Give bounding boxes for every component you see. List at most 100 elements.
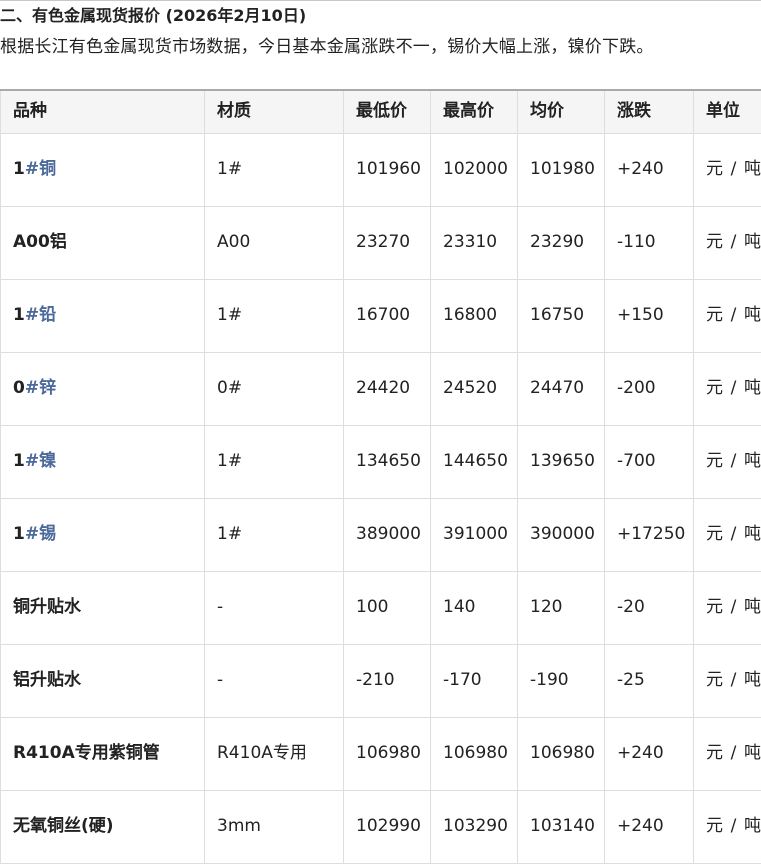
header-change: 涨跌 [604, 89, 694, 134]
variety-suffix: 锡 [39, 524, 57, 544]
variety-hash: # [24, 159, 40, 179]
table-row: 1#铜 1# 101960 102000 101980 +240 元/吨 [0, 132, 761, 207]
cell-material: 0# [204, 351, 344, 426]
cell-unit: 元/吨 [693, 716, 761, 791]
variety-prefix: 无氧铜丝(硬) [13, 816, 114, 836]
cell-high: 106980 [430, 716, 518, 791]
variety-suffix: 锌 [39, 378, 57, 398]
table-row: 1#锡 1# 389000 391000 390000 +17250 元/吨 [0, 497, 761, 572]
table-row: 1#镍 1# 134650 144650 139650 -700 元/吨 [0, 424, 761, 499]
page: 二、有色金属现货报价 (2026年2月10日) 根据长江有色金属现货市场数据，今… [0, 0, 761, 866]
cell-unit: 元/吨 [693, 570, 761, 645]
variety-hash: # [24, 451, 40, 471]
cell-unit: 元/吨 [693, 497, 761, 572]
variety-prefix: 1 [13, 159, 25, 179]
summary-paragraph: 根据长江有色金属现货市场数据，今日基本金属涨跌不一，锡价大幅上涨，镍价下跌。 [0, 37, 654, 57]
cell-high: 144650 [430, 424, 518, 499]
cell-high: 103290 [430, 789, 518, 864]
cell-avg: 24470 [517, 351, 605, 426]
table-row: R410A专用紫铜管 R410A专用 106980 106980 106980 +240 元… [0, 716, 761, 791]
variety-prefix: 1 [13, 451, 25, 471]
variety-prefix: 1 [13, 524, 25, 544]
cell-change: +17250 [604, 497, 694, 572]
price-table: 品种 材质 最低价 最高价 均价 涨跌 单位 1#铜 1# 101960 102000… [0, 89, 761, 864]
cell-change: -25 [604, 643, 694, 718]
variety-prefix: 1 [13, 305, 25, 325]
cell-high: 391000 [430, 497, 518, 572]
cell-variety: 1#铅 [0, 278, 205, 353]
cell-unit: 元/吨 [693, 643, 761, 718]
cell-material: 3mm [204, 789, 344, 864]
cell-change: -700 [604, 424, 694, 499]
cell-variety: R410A专用紫铜管 [0, 716, 205, 791]
cell-avg: 106980 [517, 716, 605, 791]
cell-unit: 元/吨 [693, 278, 761, 353]
cell-material: 1# [204, 132, 344, 207]
variety-suffix: 镍 [39, 451, 57, 471]
cell-variety: 0#锌 [0, 351, 205, 426]
cell-unit: 元/吨 [693, 789, 761, 864]
table-body: 1#铜 1# 101960 102000 101980 +240 元/吨 A00铝 A00 232… [0, 132, 761, 864]
cell-change: +240 [604, 132, 694, 207]
variety-hash: # [24, 305, 40, 325]
cell-variety: 铜升贴水 [0, 570, 205, 645]
cell-high: 102000 [430, 132, 518, 207]
cell-low: 102990 [343, 789, 431, 864]
variety-prefix: A00铝 [13, 232, 67, 252]
cell-low: 100 [343, 570, 431, 645]
cell-unit: 元/吨 [693, 351, 761, 426]
cell-high: 23310 [430, 205, 518, 280]
cell-avg: 139650 [517, 424, 605, 499]
cell-change: +240 [604, 716, 694, 791]
cell-unit: 元/吨 [693, 205, 761, 280]
cell-material: - [204, 643, 344, 718]
table-row: 0#锌 0# 24420 24520 24470 -200 元/吨 [0, 351, 761, 426]
cell-material: - [204, 570, 344, 645]
cell-material: A00 [204, 205, 344, 280]
cell-avg: 101980 [517, 132, 605, 207]
cell-high: 16800 [430, 278, 518, 353]
cell-low: 16700 [343, 278, 431, 353]
cell-change: +240 [604, 789, 694, 864]
header-avg: 均价 [517, 89, 605, 134]
cell-material: R410A专用 [204, 716, 344, 791]
variety-hash: # [24, 378, 40, 398]
cell-low: 106980 [343, 716, 431, 791]
cell-avg: -190 [517, 643, 605, 718]
cell-material: 1# [204, 497, 344, 572]
cell-high: 140 [430, 570, 518, 645]
cell-avg: 16750 [517, 278, 605, 353]
cell-avg: 23290 [517, 205, 605, 280]
variety-suffix: 铜 [39, 159, 57, 179]
cell-change: -200 [604, 351, 694, 426]
cell-unit: 元/吨 [693, 424, 761, 499]
header-variety: 品种 [0, 89, 205, 134]
table-row: 无氧铜丝(硬) 3mm 102990 103290 103140 +240 元/吨 [0, 789, 761, 864]
cell-avg: 120 [517, 570, 605, 645]
cell-change: +150 [604, 278, 694, 353]
cell-variety: 1#锡 [0, 497, 205, 572]
cell-unit: 元/吨 [693, 132, 761, 207]
table-row: 1#铅 1# 16700 16800 16750 +150 元/吨 [0, 278, 761, 353]
cell-variety: 1#铜 [0, 132, 205, 207]
cell-high: 24520 [430, 351, 518, 426]
table-row: A00铝 A00 23270 23310 23290 -110 元/吨 [0, 205, 761, 280]
variety-suffix: 铅 [39, 305, 57, 325]
table-row: 铝升贴水 - -210 -170 -190 -25 元/吨 [0, 643, 761, 718]
variety-prefix: 铜升贴水 [13, 597, 81, 617]
cell-variety: A00铝 [0, 205, 205, 280]
cell-avg: 103140 [517, 789, 605, 864]
cell-low: -210 [343, 643, 431, 718]
cell-low: 24420 [343, 351, 431, 426]
cell-change: -20 [604, 570, 694, 645]
cell-low: 23270 [343, 205, 431, 280]
cell-low: 101960 [343, 132, 431, 207]
cell-high: -170 [430, 643, 518, 718]
cell-variety: 无氧铜丝(硬) [0, 789, 205, 864]
table-row: 铜升贴水 -100 140 120 -20 元/吨 [0, 570, 761, 645]
section-heading: 二、有色金属现货报价 (2026年2月10日) [0, 6, 307, 25]
cell-material: 1# [204, 424, 344, 499]
variety-prefix: 铝升贴水 [13, 670, 81, 690]
header-material: 材质 [204, 89, 344, 134]
header-high: 最高价 [430, 89, 518, 134]
